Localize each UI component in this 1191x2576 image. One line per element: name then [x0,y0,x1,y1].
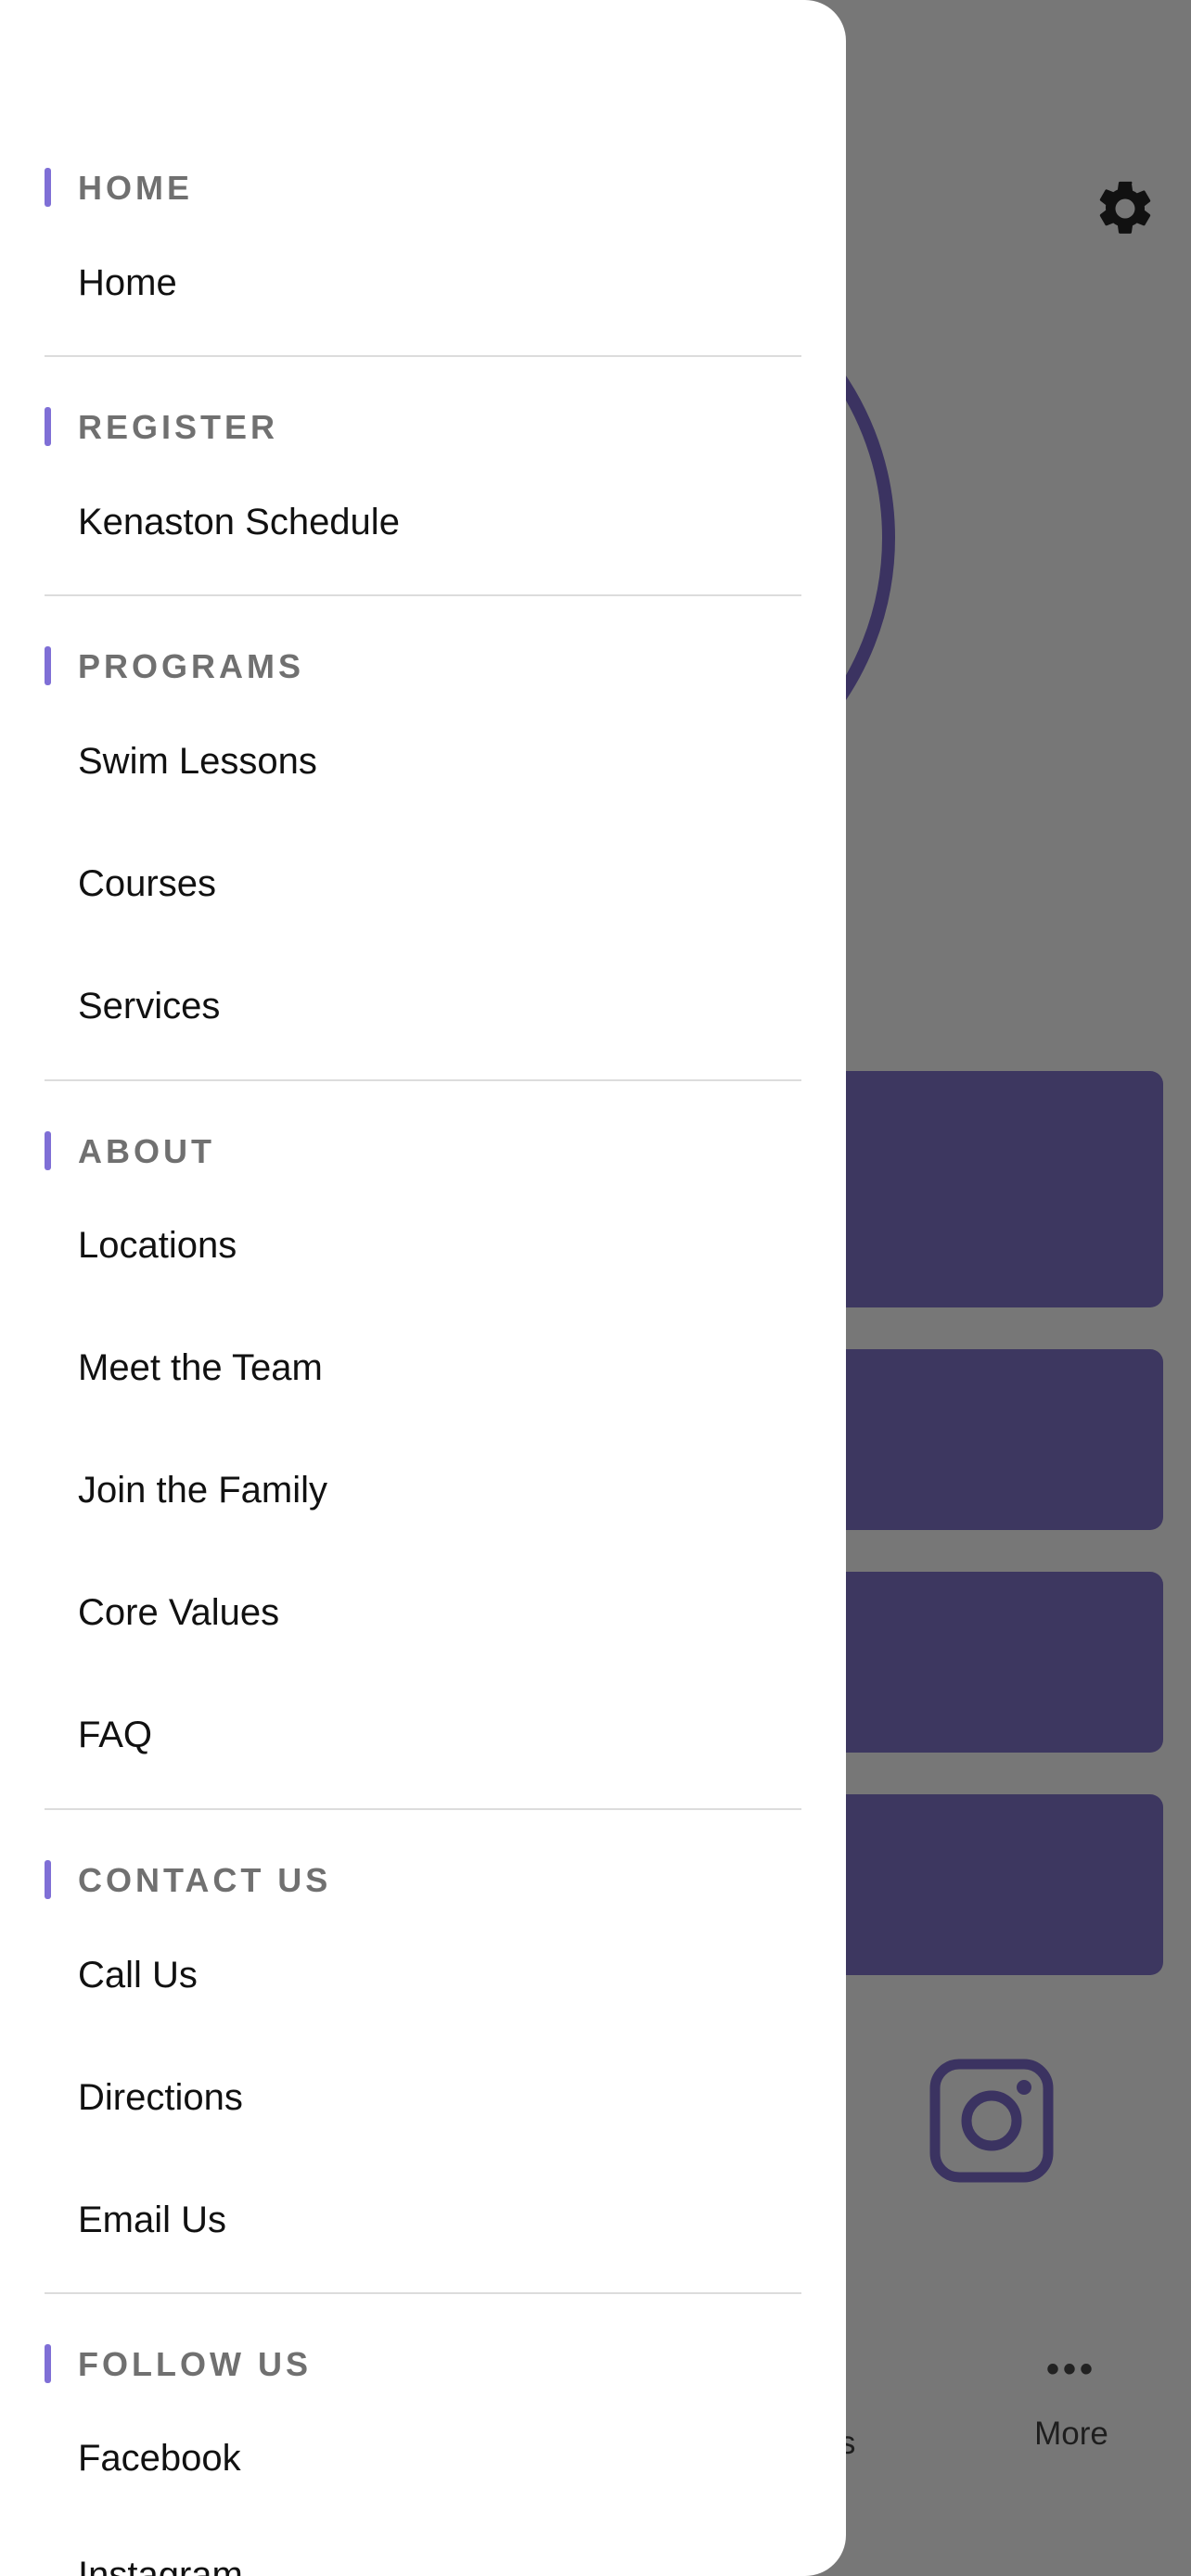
home-card-2[interactable] [816,1349,1163,1530]
drawer-item-facebook[interactable]: Facebook [78,2436,241,2480]
section-title-programs: PROGRAMS [78,647,305,685]
drawer-item-locations[interactable]: Locations [78,1223,237,1268]
drawer-item-faq[interactable]: FAQ [78,1713,152,1757]
settings-gear-icon[interactable] [1093,176,1158,241]
drawer-item-meet-the-team[interactable]: Meet the Team [78,1345,323,1390]
section-title-home: HOME [78,169,193,207]
section-header-about: ABOUT [0,1131,846,1196]
section-accent-bar [45,646,51,685]
home-card-4[interactable] [816,1794,1163,1975]
section-title-follow-us: FOLLOW US [78,2345,312,2383]
section-accent-bar [45,1131,51,1170]
section-title-about: ABOUT [78,1132,215,1170]
nav-more[interactable]: ••• More [1020,2351,1122,2453]
drawer-item-swim-lessons[interactable]: Swim Lessons [78,739,317,784]
home-card-1[interactable]: ng [816,1071,1163,1307]
drawer-item-instagram[interactable]: Instagram [78,2553,243,2576]
section-accent-bar [45,1860,51,1899]
drawer-item-call-us[interactable]: Call Us [78,1953,198,1997]
drawer-item-directions[interactable]: Directions [78,2075,243,2120]
instagram-icon[interactable] [929,2059,1054,2183]
home-card-3[interactable] [816,1572,1163,1753]
section-title-register: REGISTER [78,408,279,446]
divider [45,1808,801,1810]
divider [45,2292,801,2294]
divider [45,1079,801,1081]
divider [45,594,801,596]
drawer-item-join-the-family[interactable]: Join the Family [78,1468,327,1512]
section-header-register: REGISTER [0,407,846,472]
navigation-drawer: HOME Home REGISTER Kenaston Schedule PRO… [0,0,846,2576]
drawer-item-home[interactable]: Home [78,261,177,305]
divider [45,355,801,357]
nav-more-label: More [1034,2416,1108,2452]
section-title-contact-us: CONTACT US [78,1861,332,1899]
drawer-item-kenaston-schedule[interactable]: Kenaston Schedule [78,500,400,544]
section-header-follow-us: FOLLOW US [0,2344,846,2409]
section-accent-bar [45,407,51,446]
section-header-programs: PROGRAMS [0,646,846,711]
section-accent-bar [45,168,51,207]
drawer-item-courses[interactable]: Courses [78,861,216,906]
more-icon: ••• [1045,2349,1096,2390]
section-header-contact-us: CONTACT US [0,1860,846,1925]
drawer-item-core-values[interactable]: Core Values [78,1590,279,1635]
drawer-item-services[interactable]: Services [78,984,220,1028]
section-header-home: HOME [0,168,846,233]
section-accent-bar [45,2344,51,2383]
drawer-item-email-us[interactable]: Email Us [78,2198,226,2242]
